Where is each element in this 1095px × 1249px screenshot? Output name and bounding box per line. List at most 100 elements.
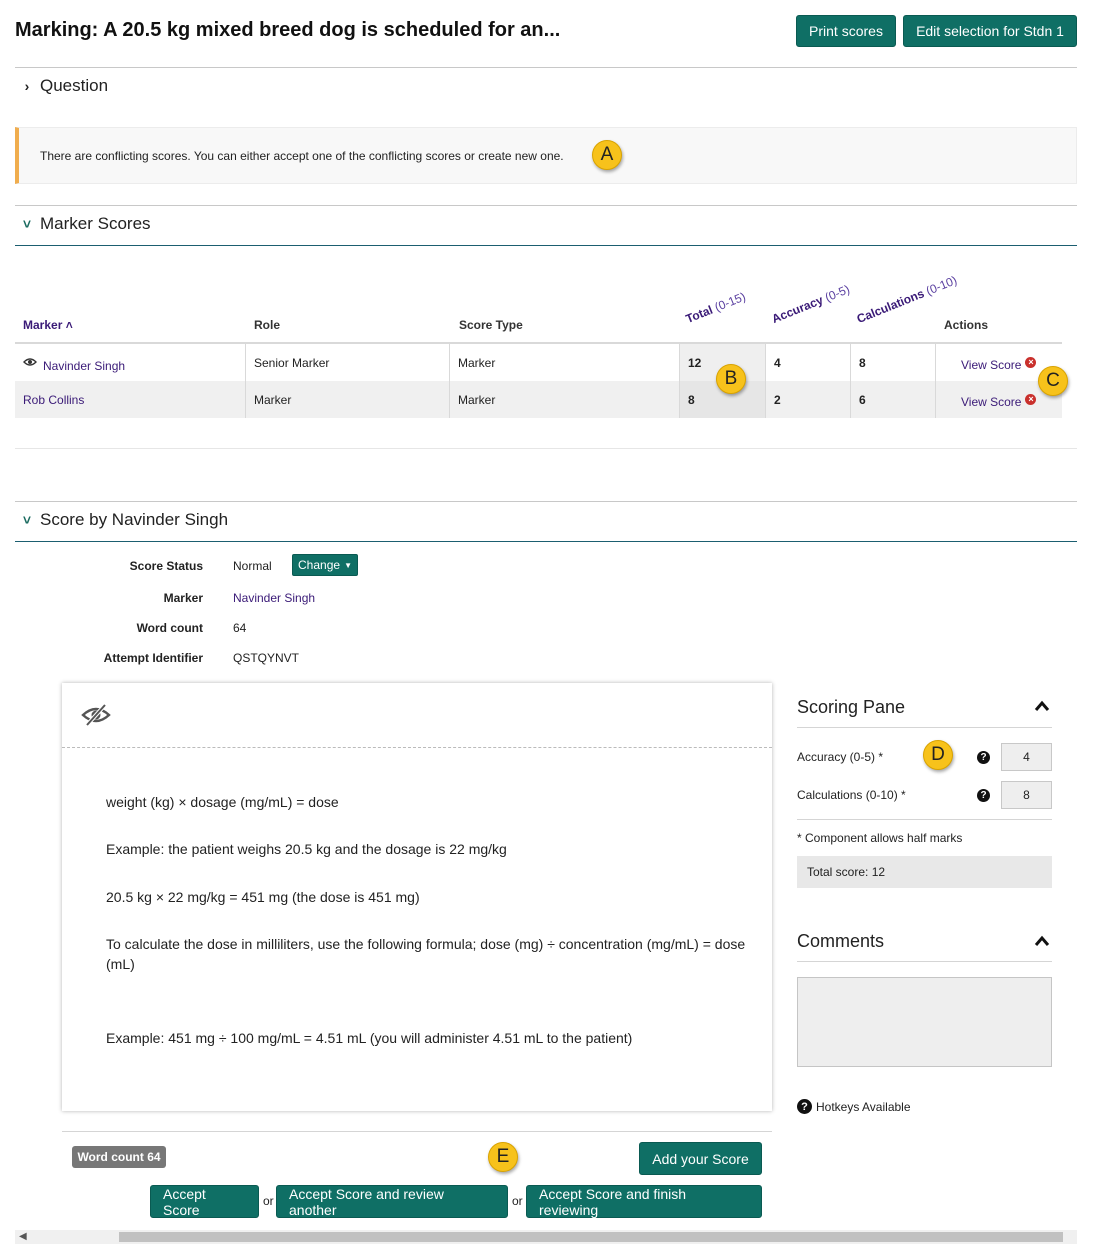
- accept-score-button[interactable]: Accept Score: [150, 1185, 259, 1218]
- help-icon[interactable]: ?: [977, 789, 990, 802]
- view-score-link[interactable]: View Score: [961, 358, 1021, 372]
- divider: [15, 205, 1077, 206]
- add-score-button[interactable]: Add your Score: [639, 1142, 762, 1175]
- chevron-down-icon: ˅: [22, 216, 32, 232]
- total-score-box: Total score: 12: [797, 856, 1052, 888]
- role-cell: Marker: [254, 392, 292, 407]
- calculations-input[interactable]: 8: [1001, 781, 1052, 809]
- score-status-value: Normal: [233, 559, 272, 573]
- accuracy-cell: 2: [774, 392, 781, 407]
- score-status-label: Score Status: [129, 559, 203, 573]
- accuracy-header-range: (0-5): [822, 282, 852, 305]
- total-score-text: Total score: 12: [807, 865, 886, 879]
- total-header-label: Total: [683, 302, 715, 326]
- divider: [15, 245, 1077, 246]
- calculations-header-range: (0-10): [924, 273, 959, 299]
- attempt-identifier-value: QSTQYNVT: [233, 651, 300, 665]
- divider: [15, 448, 1077, 449]
- print-scores-button[interactable]: Print scores: [796, 15, 896, 47]
- score-by-title: Score by Navinder Singh: [40, 510, 229, 529]
- question-label: Question: [40, 76, 109, 95]
- word-count-value: 64: [233, 621, 247, 635]
- calculations-header-label: Calculations: [854, 286, 927, 326]
- total-column-header[interactable]: Total (0-15): [684, 289, 748, 326]
- sort-up-icon: ˄: [65, 318, 73, 332]
- accuracy-input[interactable]: 4: [1001, 743, 1052, 771]
- callout-c: C: [1038, 366, 1068, 396]
- page-title: Marking: A 20.5 kg mixed breed dog is sc…: [15, 19, 561, 41]
- attempt-identifier-label: Attempt Identifier: [103, 651, 203, 665]
- remove-icon[interactable]: ×: [1025, 394, 1037, 405]
- remove-icon[interactable]: ×: [1025, 357, 1037, 368]
- conflict-alert: There are conflicting scores. You can ei…: [15, 127, 1077, 184]
- chevron-up-icon[interactable]: [1034, 700, 1050, 715]
- actions-column-header: Actions: [944, 318, 989, 332]
- total-header-range: (0-15): [712, 289, 748, 315]
- or-text: or: [512, 1194, 523, 1208]
- comments-textarea[interactable]: [797, 977, 1052, 1067]
- marker-cell: Rob Collins: [15, 381, 245, 418]
- answer-line: weight (kg) × dosage (mg/mL) = dose: [106, 794, 339, 810]
- accept-review-another-button[interactable]: Accept Score and review another: [276, 1185, 508, 1218]
- marker-link[interactable]: Navinder Singh: [43, 359, 125, 373]
- word-count-label: Word count: [136, 621, 203, 635]
- score-type-cell: Marker: [458, 392, 496, 407]
- alert-text: There are conflicting scores. You can ei…: [40, 149, 564, 163]
- edit-selection-button[interactable]: Edit selection for Stdn 1: [903, 15, 1077, 47]
- role-column-header: Role: [254, 318, 281, 332]
- change-label: Change: [298, 558, 341, 572]
- divider: [15, 501, 1077, 502]
- accuracy-label: Accuracy (0-5) *: [797, 750, 884, 764]
- callout-d: D: [923, 740, 953, 770]
- marker-cell: Navinder Singh: [15, 344, 245, 381]
- calculations-cell: 8: [859, 355, 866, 370]
- hide-identity-icon[interactable]: [81, 703, 111, 730]
- divider: [797, 819, 1052, 820]
- divider: [15, 67, 1077, 68]
- help-icon: ?: [797, 1099, 812, 1114]
- table-row: Rob Collins Marker Marker 8 2 6 View Sco…: [15, 381, 1062, 418]
- marker-scores-toggle[interactable]: ˅ Marker Scores: [20, 214, 151, 234]
- scoring-pane-title: Scoring Pane: [797, 697, 906, 717]
- callout-b: B: [716, 364, 746, 394]
- scrollbar-thumb[interactable]: [119, 1232, 1063, 1242]
- hotkeys-label: Hotkeys Available: [816, 1099, 911, 1114]
- accuracy-header-label: Accuracy: [769, 292, 826, 326]
- chevron-down-icon: ˅: [22, 512, 32, 528]
- divider: [62, 747, 772, 748]
- calculations-cell: 6: [859, 392, 866, 407]
- view-score-link[interactable]: View Score: [961, 395, 1021, 409]
- score-by-toggle[interactable]: ˅ Score by Navinder Singh: [20, 510, 228, 530]
- marker-column-header[interactable]: Marker ˄: [23, 318, 73, 332]
- help-icon[interactable]: ?: [977, 751, 990, 764]
- horizontal-scrollbar[interactable]: ◀: [15, 1230, 1077, 1244]
- comments-title: Comments: [797, 931, 885, 951]
- marker-label: Marker: [163, 591, 203, 605]
- callout-e: E: [488, 1142, 518, 1172]
- marker-link[interactable]: Rob Collins: [23, 393, 84, 407]
- calculations-label: Calculations (0-10) *: [797, 788, 906, 802]
- accept-finish-reviewing-button[interactable]: Accept Score and finish reviewing: [526, 1185, 762, 1218]
- chevron-up-icon[interactable]: [1034, 935, 1050, 950]
- scroll-left-icon[interactable]: ◀: [19, 1231, 27, 1242]
- caret-down-icon: ▼: [344, 560, 352, 570]
- divider: [797, 727, 1052, 728]
- marker-value-link[interactable]: Navinder Singh: [233, 591, 315, 605]
- answer-line: 20.5 kg × 22 mg/kg = 451 mg (the dose is…: [106, 889, 420, 905]
- callout-a: A: [592, 140, 622, 170]
- divider: [15, 541, 1077, 542]
- answer-line: To calculate the dose in milliliters, us…: [106, 936, 746, 972]
- word-count-badge: Word count 64: [72, 1146, 166, 1168]
- chevron-right-icon: ›: [24, 78, 30, 94]
- answer-line: Example: the patient weighs 20.5 kg and …: [106, 841, 507, 857]
- or-text: or: [263, 1194, 274, 1208]
- score-type-column-header: Score Type: [459, 318, 523, 332]
- hotkeys-link[interactable]: ? Hotkeys Available: [797, 1099, 911, 1114]
- eye-icon: [23, 356, 37, 370]
- question-toggle[interactable]: › Question: [20, 76, 108, 96]
- accuracy-column-header[interactable]: Accuracy (0-5): [770, 282, 852, 326]
- table-row: Navinder Singh Senior Marker Marker 12 4…: [15, 344, 1062, 381]
- answer-line: Example: 451 mg ÷ 100 mg/mL = 4.51 mL (y…: [106, 1030, 633, 1046]
- change-status-button[interactable]: Change ▼: [292, 554, 358, 576]
- half-marks-note: * Component allows half marks: [797, 831, 963, 845]
